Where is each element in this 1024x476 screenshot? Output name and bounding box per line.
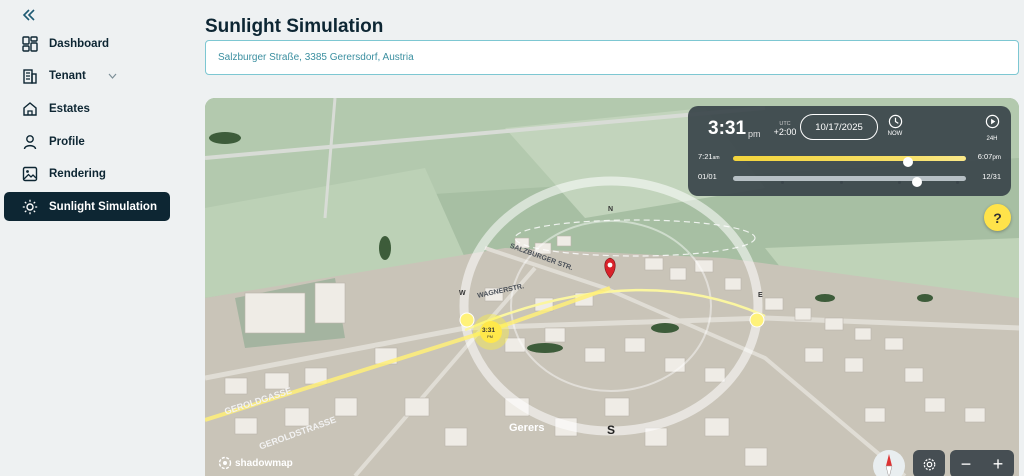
year-end-label: 12/31 xyxy=(982,172,1001,181)
year-start-label: 01/01 xyxy=(698,172,717,181)
address-search-input[interactable] xyxy=(205,40,1019,75)
sidebar-item-label: Rendering xyxy=(49,167,106,180)
house-icon xyxy=(21,100,39,118)
compass-east-label: E xyxy=(758,292,763,299)
date-picker[interactable]: 10/17/2025 xyxy=(800,114,878,140)
shadowmap-logo: shadowmap xyxy=(218,456,293,470)
place-label: Gerers xyxy=(509,422,545,434)
year-date-slider-handle[interactable] xyxy=(912,177,923,187)
now-label: NOW xyxy=(887,131,903,137)
play-icon xyxy=(985,114,999,129)
image-icon xyxy=(21,165,39,183)
year-date-slider[interactable] xyxy=(733,176,966,187)
compass-button[interactable] xyxy=(873,450,905,476)
compass-north-label: N xyxy=(608,206,614,213)
sidebar-item-estates[interactable]: Estates xyxy=(4,94,170,123)
collapse-sidebar-button[interactable] xyxy=(22,8,36,26)
sun-time-panel: 3:31 pm UTC +2:00 10/17/2025 NOW 24H 7:2… xyxy=(688,106,1011,196)
compass-south-label: S xyxy=(607,423,616,437)
day-time-slider-handle[interactable] xyxy=(902,157,913,167)
sidebar-item-rendering[interactable]: Rendering xyxy=(4,159,170,188)
sun-icon xyxy=(21,198,39,216)
map-view[interactable]: SALZBURGER STR. WAGNERSTR. GEROLDGASSE G… xyxy=(205,98,1019,476)
shadowmap-logo-icon xyxy=(218,456,232,470)
building-icon xyxy=(21,67,39,85)
user-icon xyxy=(21,133,39,151)
sidebar-item-dashboard[interactable]: Dashboard xyxy=(4,29,170,58)
h24-label: 24H xyxy=(986,136,998,142)
dashboard-grid-icon xyxy=(21,35,39,53)
sun-marker-ampm: PM xyxy=(487,334,493,339)
brand-label: shadowmap xyxy=(235,457,293,469)
sunrise-label: 7:21am xyxy=(698,152,720,161)
help-button[interactable]: ? xyxy=(984,204,1011,231)
now-button[interactable]: NOW xyxy=(883,114,907,137)
zoom-in-button[interactable]: + xyxy=(982,450,1014,476)
sidebar-item-sunlight-simulation[interactable]: Sunlight Simulation xyxy=(4,192,170,221)
clock-icon xyxy=(888,114,902,129)
utc-offset[interactable]: UTC +2:00 xyxy=(770,121,800,137)
map-settings-button[interactable] xyxy=(913,450,945,476)
sunset-label: 6:07pm xyxy=(977,152,1001,161)
sidebar-item-label: Profile xyxy=(49,135,85,148)
year-date-slider-row: 01/01 12/31 xyxy=(688,172,1011,187)
play-24h-button[interactable]: 24H xyxy=(980,114,1004,142)
sidebar-item-label: Estates xyxy=(49,102,90,115)
sidebar-item-label: Sunlight Simulation xyxy=(49,200,157,213)
day-time-slider[interactable] xyxy=(733,156,966,167)
compass-west-label: W xyxy=(459,290,466,297)
sidebar: Dashboard Tenant Estates Profile Renderi… xyxy=(0,0,180,476)
current-time: 3:31 xyxy=(708,118,747,139)
day-time-slider-row: 7:21am 6:07pm xyxy=(688,152,1011,167)
sidebar-item-profile[interactable]: Profile xyxy=(4,127,170,156)
sun-marker-time: 3:31 xyxy=(482,327,496,334)
page-title: Sunlight Simulation xyxy=(205,16,384,37)
gear-icon xyxy=(923,458,935,470)
utc-value: +2:00 xyxy=(773,127,797,137)
double-chevron-left-icon xyxy=(22,9,35,21)
compass-icon xyxy=(885,454,893,476)
chevron-down-icon[interactable] xyxy=(108,71,117,81)
sidebar-item-label: Tenant xyxy=(49,69,86,82)
zoom-out-button[interactable]: − xyxy=(950,450,982,476)
sidebar-item-label: Dashboard xyxy=(49,37,110,50)
sidebar-item-tenant[interactable]: Tenant xyxy=(4,61,170,90)
current-time-ampm: pm xyxy=(748,129,761,139)
